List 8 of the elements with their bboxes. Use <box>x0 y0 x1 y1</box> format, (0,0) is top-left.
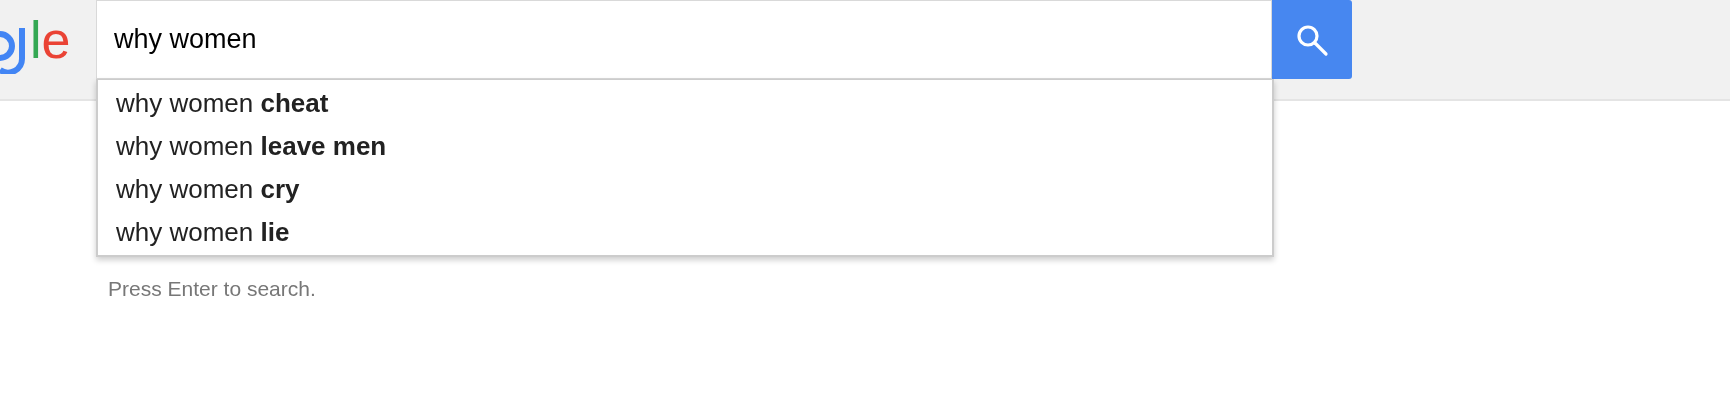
suggestion-item[interactable]: why women lie <box>98 211 1272 254</box>
search-field[interactable]: why women <box>96 0 1272 79</box>
search-button[interactable] <box>1272 0 1352 79</box>
suggestion-item[interactable]: why women cheat <box>98 82 1272 125</box>
suggestion-item[interactable]: why women leave men <box>98 125 1272 168</box>
logo-fragment-icon <box>0 27 26 74</box>
suggestion-item[interactable]: why women cry <box>98 168 1272 211</box>
hint-text: Press Enter to search. <box>108 277 316 300</box>
